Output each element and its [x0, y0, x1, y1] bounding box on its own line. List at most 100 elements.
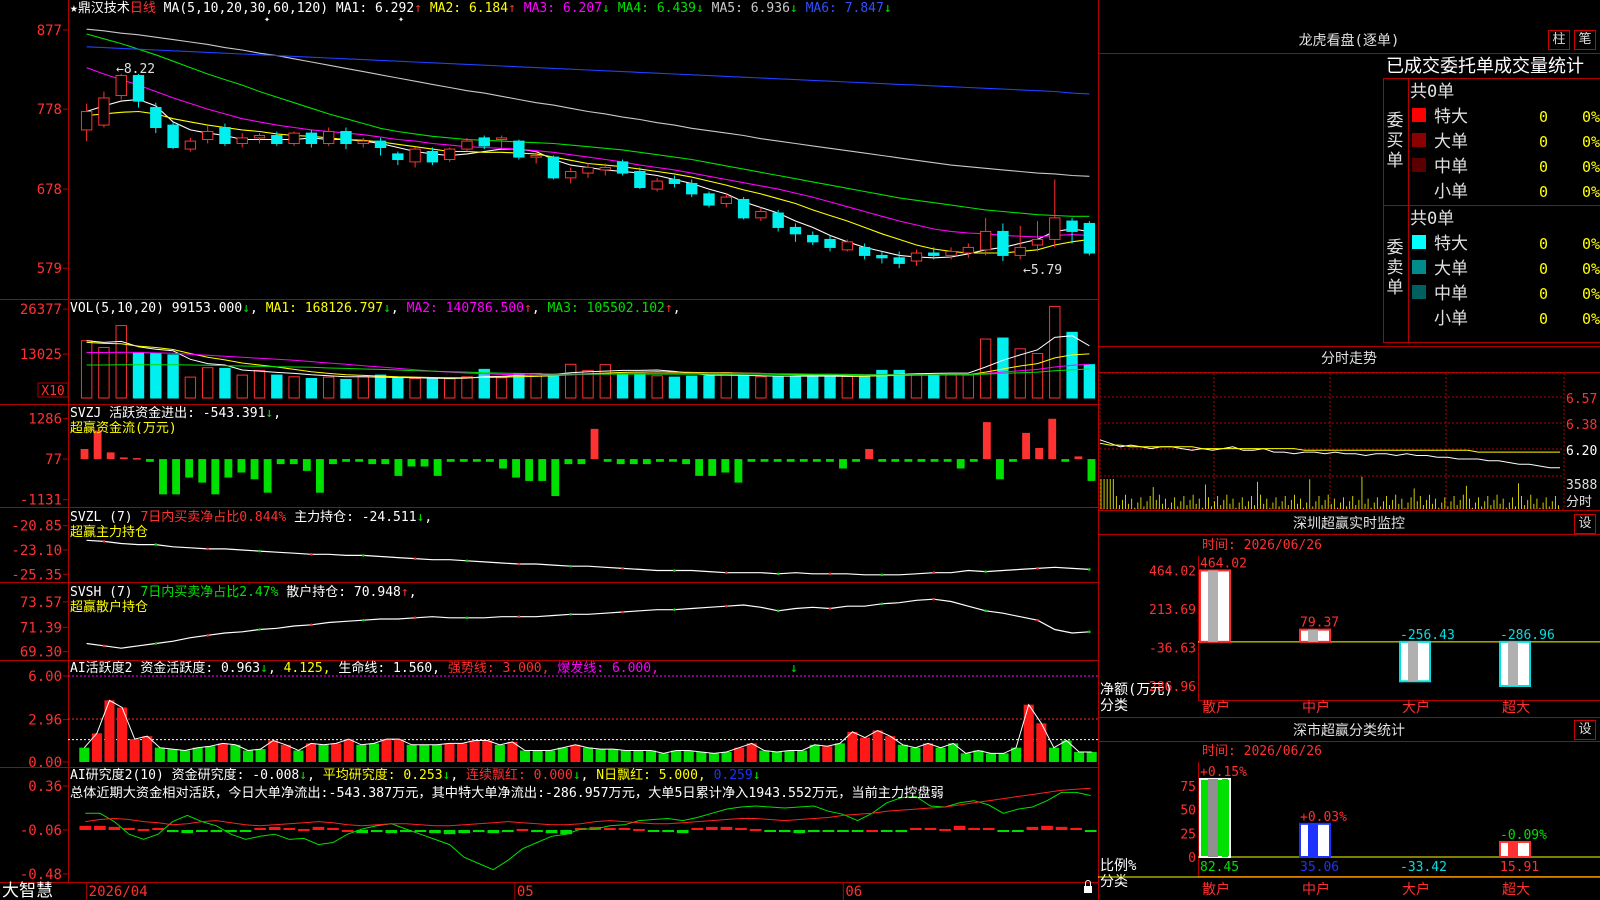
bar-mode-button[interactable]: 柱	[1548, 30, 1570, 50]
flow-bar	[185, 459, 194, 478]
arrow: ↓	[260, 661, 268, 676]
monitor-settings-button[interactable]: 设	[1574, 514, 1596, 534]
flow-bar	[943, 459, 952, 462]
svsh-label: SVSH (7)	[70, 585, 140, 600]
research-bar	[691, 827, 704, 830]
candle-down	[737, 198, 750, 219]
active-bar	[482, 740, 493, 762]
flow-bar	[865, 449, 874, 460]
flow-bar	[1074, 456, 1083, 460]
candle-down	[513, 140, 525, 158]
research-bar	[866, 830, 878, 832]
volume-tick-label: 26377	[20, 302, 62, 318]
volume-bar	[219, 367, 231, 399]
svsh-dot	[465, 616, 469, 620]
active-bar	[444, 743, 455, 762]
research-bar	[953, 825, 966, 830]
candle-down	[132, 75, 145, 102]
active-bar	[973, 750, 984, 762]
svzl-dot	[932, 571, 936, 574]
research-bar	[545, 830, 558, 834]
price-tick-label: 678	[37, 182, 62, 198]
candle-up	[565, 170, 577, 179]
active-bar	[734, 747, 745, 762]
research-bar	[152, 827, 164, 830]
research-bar	[341, 830, 354, 832]
active-value2: 4.125,	[284, 661, 339, 676]
tick-mode-button[interactable]: 笔	[1574, 30, 1596, 50]
flow-bar	[996, 459, 1004, 480]
active-bar	[230, 744, 241, 762]
svsh-tick-label: 69.30	[20, 645, 62, 661]
flow-bar	[616, 459, 625, 465]
active-bar	[797, 750, 808, 762]
active-bar	[998, 753, 1009, 762]
label-part	[610, 1, 618, 16]
research-tick-label: 0.36	[28, 779, 62, 795]
vol-ma-value: MA1: 168126.797	[266, 301, 383, 316]
active-bar	[960, 753, 971, 762]
ma-arrow: ↓	[884, 1, 892, 16]
active-bar	[167, 749, 178, 762]
background	[0, 0, 1600, 900]
classify-settings-button[interactable]: 设	[1574, 720, 1596, 740]
flow-bar	[1061, 459, 1070, 462]
svsh-dot	[154, 642, 158, 645]
svzl-tick-label: -23.10	[11, 543, 62, 559]
main-chart-area[interactable]: 877 778 678 579 ←8.22 ←5.79 ★鼎汉技术日线 MA(5,10,20…	[0, 0, 1600, 900]
research-bar	[516, 828, 529, 831]
price-tick-label: 778	[37, 102, 62, 118]
flow-tick-label: 77	[45, 452, 62, 468]
candle-down	[340, 131, 352, 145]
active-bar	[356, 744, 367, 762]
flow-bar	[433, 459, 442, 476]
ma-arrow: ↓	[696, 1, 704, 16]
volume-bar	[1031, 353, 1044, 399]
active-bar	[885, 736, 896, 762]
research-bar	[487, 830, 500, 834]
research-bar	[108, 826, 121, 830]
arrow: ↓	[753, 768, 761, 783]
candle-up	[755, 210, 767, 219]
label-part: ,	[273, 406, 281, 421]
flow-bar	[302, 459, 311, 471]
svzl-tick-label: -25.35	[11, 567, 62, 583]
arrow: ↓	[383, 301, 391, 316]
n-day-red: N日飘红: 5.000,	[596, 767, 713, 783]
arrow: ↓	[417, 510, 425, 525]
flow-bar	[106, 452, 115, 460]
research-bar	[749, 828, 762, 831]
volume-bar	[599, 364, 611, 399]
candle-down	[219, 127, 231, 145]
research-bar	[793, 830, 806, 834]
candle-down	[807, 234, 819, 243]
volume-bar	[841, 375, 854, 399]
flow-bar	[316, 459, 324, 493]
marker-icon: ✦	[398, 14, 404, 25]
research-bar	[706, 826, 718, 830]
candle-up	[530, 154, 542, 158]
flow-bar	[642, 459, 651, 465]
flow-bar	[80, 449, 89, 460]
research-bar	[982, 827, 995, 830]
candle-down	[478, 137, 490, 147]
flow-bar	[773, 459, 782, 462]
svzl-dot	[465, 559, 469, 563]
vol-value: 99153.000	[172, 301, 242, 316]
label-part	[422, 1, 430, 16]
active-bar	[154, 747, 165, 762]
volume-bar	[565, 363, 577, 399]
candle-down	[426, 151, 439, 163]
research-bar	[735, 827, 747, 830]
flow-bar	[172, 459, 180, 495]
candle-down	[150, 107, 162, 129]
volume-tick-label: 13025	[20, 347, 62, 363]
flow-bar	[368, 459, 377, 465]
flow-bar	[812, 459, 821, 462]
flow-bar	[263, 459, 272, 493]
active-tick-label: 0.00	[28, 755, 62, 771]
flow-bar	[852, 459, 860, 462]
flow-bar	[878, 459, 887, 462]
volume-bar	[737, 374, 750, 399]
active-bar	[834, 743, 845, 762]
